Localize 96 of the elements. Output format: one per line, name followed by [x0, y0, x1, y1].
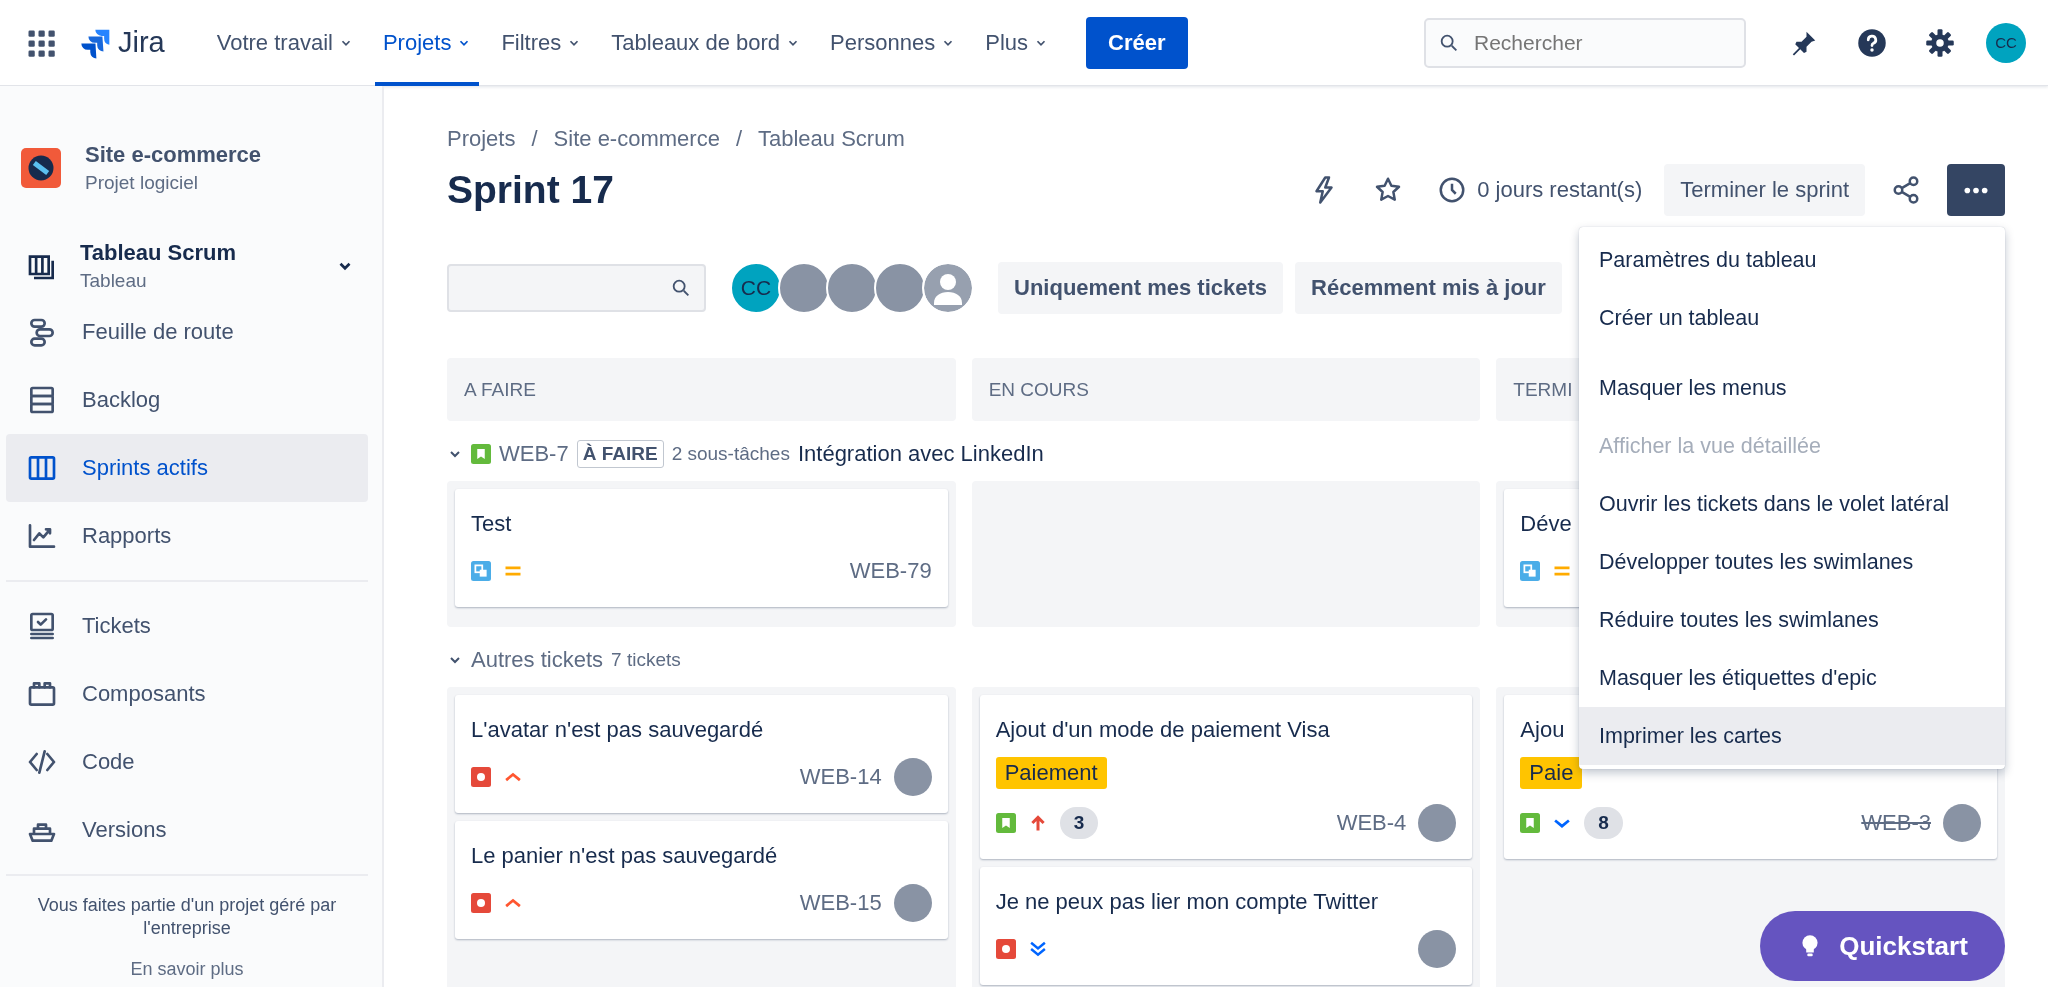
quickstart-button[interactable]: Quickstart: [1760, 911, 2005, 981]
issue-key[interactable]: WEB-7: [499, 441, 569, 467]
menu-item[interactable]: Développer toutes les swimlanes: [1579, 533, 2005, 591]
share-icon[interactable]: [1891, 175, 1921, 205]
menu-item[interactable]: Ouvrir les tickets dans le volet latéral: [1579, 475, 2005, 533]
swimlane-title[interactable]: Autres tickets: [471, 647, 604, 673]
user-avatar[interactable]: CC: [1986, 22, 2026, 63]
sidebar-item[interactable]: Code: [6, 728, 368, 796]
nav-menu-item[interactable]: Filtres: [493, 0, 590, 86]
epic-label: Paiement: [995, 757, 1107, 789]
project-name: Site e-commerce: [85, 142, 262, 168]
managed-project-notice: Vous faites partie d'un projet géré par l'entreprise: [36, 894, 338, 941]
card-title: Ajou: [1520, 717, 1565, 743]
issue-card[interactable]: L'avatar n'est pas sauvegardé WEB-14: [455, 695, 948, 813]
breadcrumb-link[interactable]: Tableau Scrum: [758, 126, 905, 152]
nav-menu-item[interactable]: Votre travail: [208, 0, 361, 86]
subtask-count: 2 sous-tâches: [671, 443, 790, 465]
issue-key[interactable]: WEB-3: [1861, 810, 1931, 836]
settings-icon[interactable]: [1925, 27, 1955, 58]
column-header: A FAIRE: [447, 358, 956, 421]
more-icon: [1963, 185, 1989, 195]
menu-item[interactable]: Masquer les menus: [1579, 359, 2005, 417]
menu-item[interactable]: Masquer les étiquettes d'epic: [1579, 649, 2005, 707]
sprint-title: Sprint 17: [447, 168, 614, 212]
board-type: Tableau: [80, 270, 148, 292]
nav-menu-item[interactable]: Personnes: [822, 0, 964, 86]
menu-item[interactable]: Créer un tableau: [1579, 289, 2005, 347]
subtask-icon: [1520, 561, 1541, 581]
breadcrumb-link[interactable]: Projets: [447, 126, 516, 152]
sidebar-item[interactable]: Sprints actifs: [6, 434, 368, 502]
issue-card[interactable]: Test WEB-79: [455, 489, 948, 607]
logo-text[interactable]: Jira: [118, 26, 165, 59]
quick-filter-button[interactable]: Uniquement mes tickets: [998, 262, 1284, 314]
avatar-placeholder[interactable]: [893, 884, 932, 922]
card-title: Déve: [1520, 511, 1572, 537]
ticket-count: 7 tickets: [611, 649, 681, 671]
issue-key[interactable]: WEB-4: [1336, 810, 1407, 836]
status-lozenge: À FAIRE: [576, 440, 664, 468]
issue-card[interactable]: Je ne peux pas lier mon compte Twitter: [979, 867, 1473, 985]
menu-item[interactable]: Imprimer les cartes: [1579, 707, 2005, 765]
menu-item[interactable]: Réduire toutes les swimlanes: [1579, 591, 2005, 649]
subtask-icon: [471, 561, 491, 581]
bug-icon: [995, 939, 1016, 959]
avatar-placeholder[interactable]: [1943, 804, 1981, 842]
board-name[interactable]: Tableau Scrum: [80, 240, 314, 266]
sidebar-item[interactable]: Rapports: [6, 502, 368, 570]
learn-more-link[interactable]: En savoir plus: [130, 958, 244, 980]
board-search-field[interactable]: [447, 264, 706, 312]
nav-menu-item[interactable]: Plus: [977, 0, 1057, 86]
card-title: Je ne peux pas lier mon compte Twitter: [995, 889, 1378, 915]
card-title: Ajout d'un mode de paiement Visa: [995, 717, 1330, 743]
card-title: Test: [471, 511, 512, 537]
issue-key[interactable]: WEB-15: [799, 890, 882, 916]
quick-filter-button[interactable]: Récemment mis à jour: [1295, 262, 1562, 314]
search-field[interactable]: Rechercher: [1424, 17, 1746, 68]
default-avatar-icon[interactable]: [922, 262, 974, 314]
breadcrumb-separator: /: [735, 126, 742, 152]
issue-key[interactable]: WEB-14: [799, 764, 882, 790]
project-type: Projet logiciel: [85, 172, 199, 194]
avatar-placeholder[interactable]: [893, 758, 932, 796]
search-icon: [670, 277, 692, 299]
card-title: L'avatar n'est pas sauvegardé: [471, 717, 764, 743]
menu-item[interactable]: Paramètres du tableau: [1579, 231, 2005, 289]
card-title: Le panier n'est pas sauvegardé: [471, 843, 778, 869]
issue-card[interactable]: Le panier n'est pas sauvegardé WEB-15: [455, 821, 948, 939]
breadcrumb-separator: /: [531, 126, 538, 152]
story-icon: [1520, 813, 1541, 833]
breadcrumb-link[interactable]: Site e-commerce: [553, 126, 720, 152]
nav-menu-item[interactable]: Tableaux de bord: [603, 0, 809, 86]
sidebar-item[interactable]: Tickets: [6, 592, 368, 660]
priority-lowest-icon: [1027, 939, 1048, 959]
help-icon[interactable]: [1857, 27, 1887, 58]
sidebar-item[interactable]: Versions: [6, 796, 368, 864]
story-icon: [471, 444, 491, 464]
story-points: 3: [1059, 807, 1099, 839]
sidebar-item[interactable]: Composants: [6, 660, 368, 728]
more-button[interactable]: [1947, 164, 2005, 216]
nav-menu-item[interactable]: Projets: [374, 0, 480, 86]
user-avatar[interactable]: CC: [730, 262, 782, 314]
sidebar-item[interactable]: Backlog: [6, 366, 368, 434]
story-points: 8: [1584, 807, 1623, 839]
epic-label: Paie: [1520, 757, 1583, 789]
avatar-placeholder[interactable]: [1418, 930, 1457, 968]
column-header: EN COURS: [971, 358, 1481, 421]
days-remaining: 0 jours restant(s): [1477, 177, 1643, 203]
complete-sprint-button[interactable]: Terminer le sprint: [1664, 164, 1865, 216]
bug-icon: [471, 893, 491, 913]
swimlane-title[interactable]: Intégration avec LinkedIn: [797, 441, 1044, 467]
story-icon: [995, 813, 1016, 833]
create-button[interactable]: Créer: [1086, 16, 1188, 69]
avatar-placeholder[interactable]: [1418, 804, 1457, 842]
issue-key[interactable]: WEB-79: [849, 558, 932, 584]
issue-card[interactable]: Ajout d'un mode de paiement Visa Paiement 3 WEB-4: [979, 695, 1473, 859]
sidebar-item[interactable]: Feuille de route: [6, 298, 368, 366]
bug-icon: [471, 767, 491, 787]
project-logo-icon: [21, 148, 61, 188]
